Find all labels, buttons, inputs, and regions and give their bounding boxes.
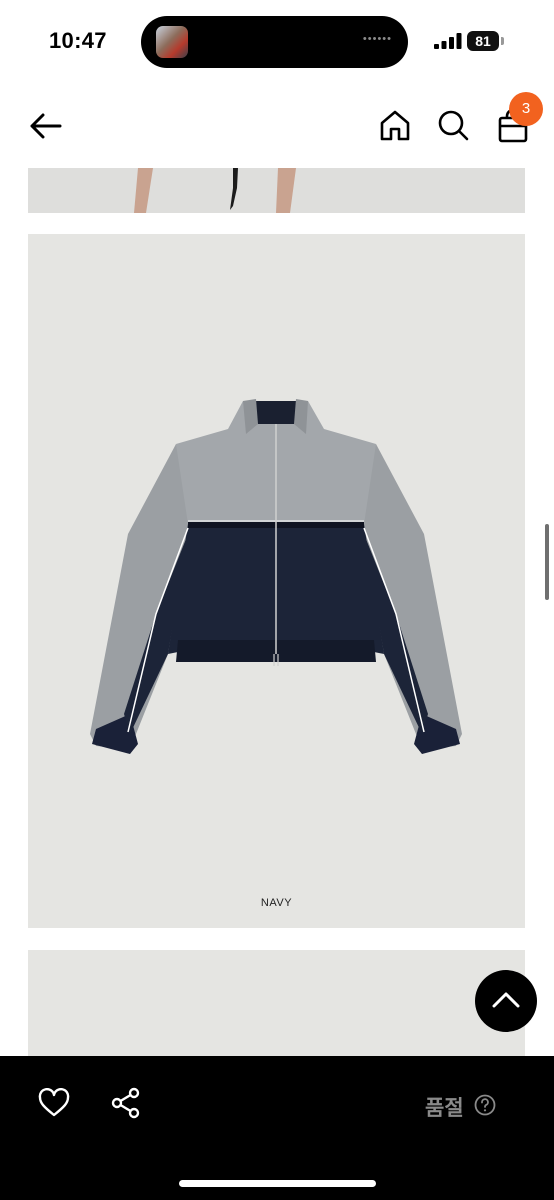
battery-level: 81 [467,31,499,51]
heart-icon[interactable] [38,1088,70,1118]
bottom-action-bar: 품절 [0,1056,554,1200]
product-image-main: NAVY [28,234,525,928]
share-icon[interactable] [110,1087,142,1119]
chevron-up-icon [492,992,520,1008]
help-circle-icon[interactable] [474,1094,496,1116]
island-activity-dots: •••••• [362,33,392,45]
scroll-to-top-button[interactable] [475,970,537,1032]
home-icon[interactable] [378,108,412,142]
home-indicator[interactable] [179,1180,376,1187]
top-navigation: 3 [0,84,554,168]
page-scrollbar[interactable] [545,524,549,600]
back-arrow-icon[interactable] [26,106,66,146]
cart-count-badge: 3 [509,92,543,126]
sold-out-label: 품절 [425,1097,464,1120]
product-image-previous [28,168,525,213]
now-playing-thumbnail [156,26,188,58]
cellular-signal-icon [434,33,462,49]
clock: 10:47 [49,28,107,53]
product-image-next [28,950,525,1060]
search-icon[interactable] [436,108,470,142]
color-label: NAVY [260,897,293,909]
battery-tip [501,37,504,45]
status-bar: 10:47 •••••• 81 [0,0,554,84]
dynamic-island[interactable]: •••••• [141,16,408,68]
cropped-jacket-image [90,399,462,754]
model-legs-image [134,168,296,213]
